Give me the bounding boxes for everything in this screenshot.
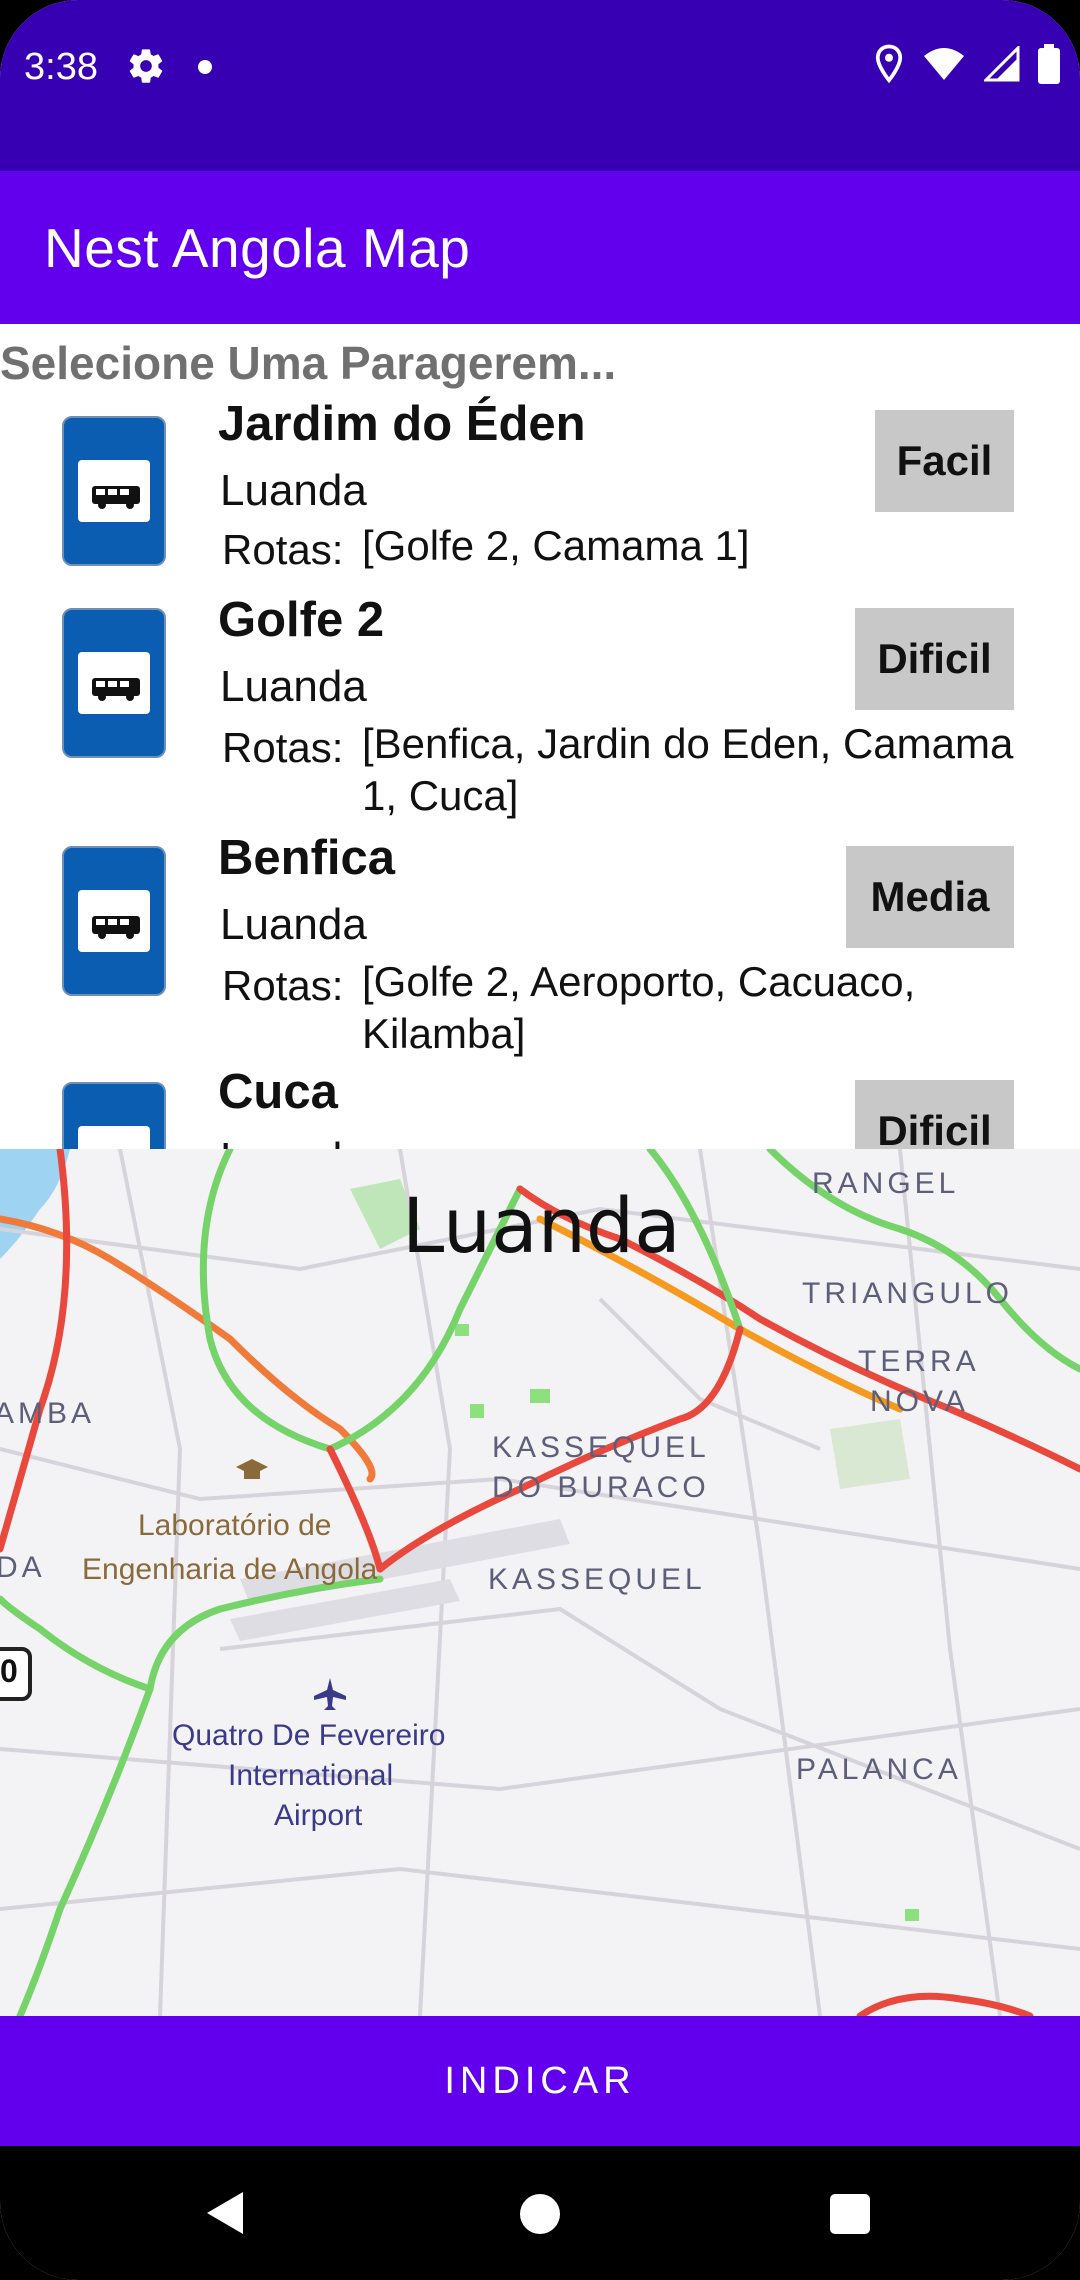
battery-icon	[1038, 44, 1060, 84]
routes-label: Rotas:	[222, 724, 344, 771]
stop-name: Jardim do Éden	[218, 397, 586, 451]
map-poi-label: Quatro De Fevereiro	[172, 1719, 446, 1752]
status-bar: 3:38	[0, 0, 1080, 171]
settings-gear-icon	[129, 49, 163, 83]
stop-city: Luanda	[220, 900, 367, 949]
bus-stop-icon	[62, 1082, 166, 1149]
airport-icon	[314, 1678, 346, 1710]
indicar-button[interactable]: INDICAR	[0, 2016, 1080, 2146]
status-icons	[874, 44, 1060, 84]
stop-list[interactable]: Selecione Uma Paragerem... Jardim do Éde…	[0, 324, 1080, 1149]
list-item[interactable]: Jardim do Éden Luanda Rotas: [Golfe 2, C…	[0, 390, 1080, 591]
stop-name: Golfe 2	[218, 593, 385, 647]
map-neighborhood-label: TRIANGULO	[802, 1277, 1014, 1310]
app-screen: 3:38 Nest Angola Map Selecione Uma Parag…	[0, 0, 1080, 2280]
list-header: Selecione Uma Paragerem...	[0, 337, 617, 389]
routes-value: [Golfe 2, Camama 1]	[362, 522, 750, 569]
stop-city: Luanda	[220, 662, 367, 711]
map-neighborhood-label: KASSEQUEL	[492, 1431, 710, 1464]
bus-stop-icon	[62, 608, 166, 758]
map-road-shield-label: 0	[0, 1653, 18, 1689]
notification-dot-icon	[198, 60, 212, 74]
routes-value: [Benfica, Jardin do Eden, Camama 1, Cuca…	[362, 720, 1014, 819]
bus-stop-icon	[62, 416, 166, 566]
map-poi-label: International	[228, 1759, 394, 1792]
map-city-label: Luanda	[402, 1181, 681, 1270]
map-view[interactable]: Luanda RANGEL TRIANGULO TERRA NOVA KASSE…	[0, 1149, 1080, 2016]
difficulty-badge[interactable]: Facil	[875, 410, 1014, 512]
list-item[interactable]: Golfe 2 Luanda Rotas: [Benfica, Jardin d…	[0, 588, 1080, 827]
stop-name: Benfica	[218, 831, 396, 885]
cell-signal-icon	[984, 46, 1020, 82]
map-poi-label: Laboratório de	[138, 1509, 332, 1542]
location-icon	[875, 44, 903, 84]
map-neighborhood-label: RANGEL	[812, 1167, 960, 1200]
bus-stop-icon	[62, 846, 166, 996]
navigation-bar	[0, 2146, 1080, 2280]
map-poi-label: Airport	[274, 1799, 363, 1832]
app-title: Nest Angola Map	[44, 217, 471, 279]
wifi-icon	[924, 48, 964, 80]
recent-apps-icon[interactable]	[830, 2194, 870, 2234]
education-poi-icon	[236, 1459, 268, 1479]
map-neighborhood-label: DA	[0, 1551, 46, 1584]
list-item[interactable]: Cuca Luanda Dificil	[0, 1060, 1080, 1149]
map-neighborhood-label: TERRA	[858, 1345, 980, 1378]
map-neighborhood-label: DO BURACO	[492, 1471, 710, 1504]
difficulty-badge[interactable]: Media	[846, 846, 1014, 948]
list-item[interactable]: Benfica Luanda Rotas: [Golfe 2, Aeroport…	[0, 824, 1080, 1063]
stop-name: Cuca	[218, 1065, 338, 1119]
status-time: 3:38	[24, 46, 98, 88]
map-neighborhood-label: AMBA	[0, 1397, 96, 1430]
difficulty-badge[interactable]: Dificil	[855, 1080, 1014, 1149]
routes-value: [Golfe 2, Aeroporto, Cacuaco, Kilamba]	[362, 958, 916, 1057]
map-neighborhood-label: NOVA	[870, 1385, 969, 1418]
app-bar: Nest Angola Map	[0, 171, 1080, 324]
map-poi-label: Engenharia de Angola	[82, 1553, 378, 1586]
routes-label: Rotas:	[222, 526, 344, 573]
stop-city: Luanda	[220, 1134, 367, 1149]
map-neighborhood-label: PALANCA	[796, 1753, 962, 1786]
back-icon[interactable]	[205, 2190, 245, 2236]
stop-city: Luanda	[220, 466, 367, 515]
difficulty-badge[interactable]: Dificil	[855, 608, 1014, 710]
home-icon[interactable]	[520, 2194, 560, 2234]
map-neighborhood-label: KASSEQUEL	[488, 1563, 706, 1596]
routes-label: Rotas:	[222, 962, 344, 1009]
